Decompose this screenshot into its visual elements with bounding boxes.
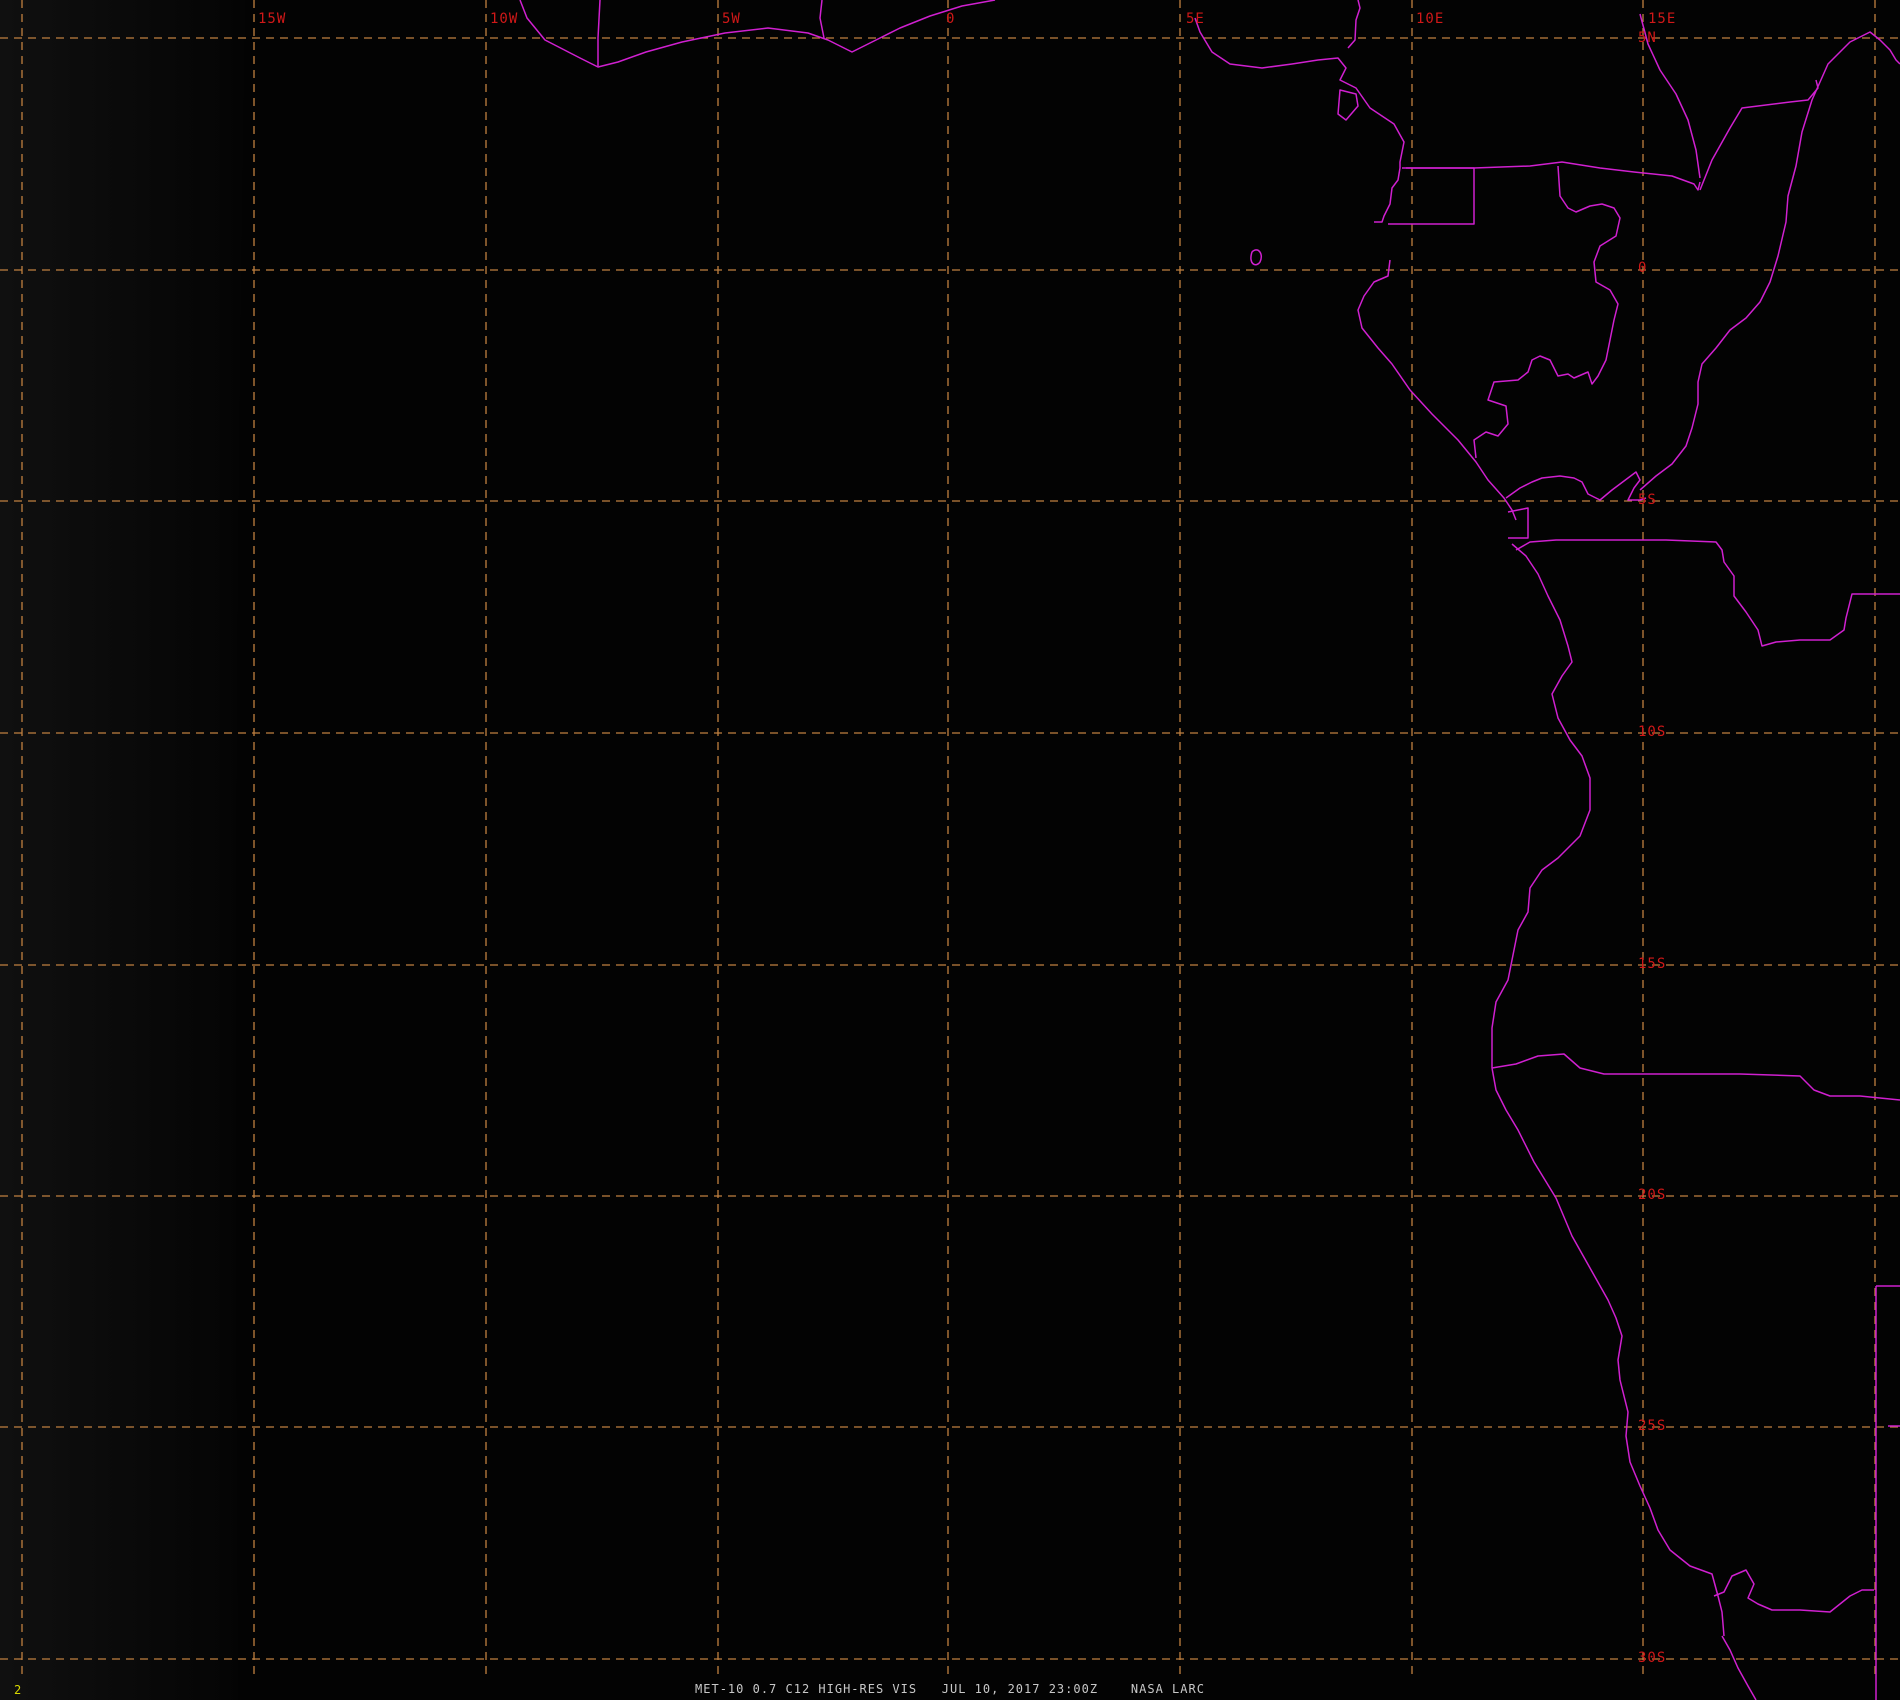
lat-label-20s: 20S bbox=[1638, 1187, 1666, 1203]
lat-label-25s: 25S bbox=[1638, 1418, 1666, 1434]
lon-label-10w: 10W bbox=[490, 11, 518, 27]
lat-label-10s: 10S bbox=[1638, 724, 1666, 740]
map-background bbox=[0, 0, 1900, 1700]
lat-label-5n: 5N bbox=[1638, 30, 1657, 46]
satellite-map: 15W 10W 5W 0 5E 10E 15E 5N 0 5S 10S 15S 20S 25S 30S bbox=[0, 0, 1900, 1700]
lat-label-0: 0 bbox=[1638, 260, 1647, 276]
lat-label-15s: 15S bbox=[1638, 956, 1666, 972]
lat-label-30s: 30S bbox=[1638, 1650, 1666, 1666]
lon-label-15w: 15W bbox=[258, 11, 286, 27]
lat-label-5s: 5S bbox=[1638, 492, 1657, 508]
lon-label-0: 0 bbox=[946, 11, 955, 27]
lon-label-15e: 15E bbox=[1648, 11, 1676, 27]
lon-label-5w: 5W bbox=[722, 11, 741, 27]
image-caption: MET-10 0.7 C12 HIGH-RES VIS JUL 10, 2017… bbox=[695, 1682, 1205, 1696]
earth-limb-shading bbox=[0, 0, 245, 1700]
lon-label-5e: 5E bbox=[1186, 11, 1205, 27]
lon-label-10e: 10E bbox=[1416, 11, 1444, 27]
